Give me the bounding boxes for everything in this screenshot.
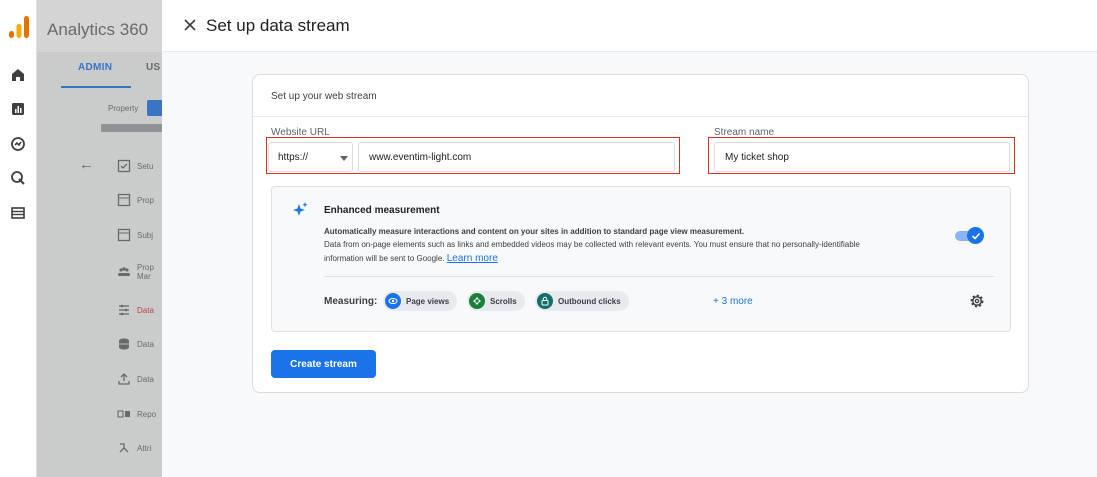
scroll-icon [469,293,485,309]
website-url-highlight [266,137,680,174]
setup-data-stream-dialog: Set up data stream Set up your web strea… [162,0,1097,477]
dialog-title: Set up data stream [206,16,350,35]
lock-icon [537,293,553,309]
enhanced-description-1: Automatically measure interactions and c… [324,227,745,236]
chip-label: Scrolls [490,296,517,306]
divider [324,276,994,277]
close-icon[interactable] [183,18,197,32]
dialog-header: Set up data stream [162,0,1097,52]
more-events-link[interactable]: + 3 more [713,296,753,307]
chip-outbound-clicks[interactable]: Outbound clicks [535,291,629,311]
learn-more-link[interactable]: Learn more [447,253,498,264]
gear-icon[interactable] [969,293,985,309]
enhanced-description-3: information will be sent to Google. Lear… [324,253,498,264]
advertising-icon[interactable] [10,170,26,186]
enhanced-measurement-title: Enhanced measurement [324,205,440,216]
card-title: Set up your web stream [271,91,377,102]
enhanced-measurement-panel: Enhanced measurement Automatically measu… [271,186,1011,332]
list-icon[interactable] [10,205,26,221]
toggle-knob [967,227,984,244]
enhanced-measurement-toggle[interactable] [955,227,985,244]
eye-icon [385,293,401,309]
chip-page-views[interactable]: Page views [383,291,458,311]
web-stream-card: Set up your web stream Website URL https… [252,74,1029,393]
enhanced-description-3-text: information will be sent to Google. [324,254,445,263]
reports-icon[interactable] [10,101,26,117]
chip-label: Outbound clicks [558,296,621,306]
stream-name-highlight [708,137,1015,174]
chip-scrolls[interactable]: Scrolls [467,291,525,311]
left-rail [0,0,37,477]
chip-label: Page views [406,296,450,306]
card-header: Set up your web stream [253,75,1028,117]
enhanced-description-2: Data from on-page elements such as links… [324,240,860,249]
analytics-logo-icon [9,16,29,38]
create-stream-button[interactable]: Create stream [271,350,376,378]
explore-icon[interactable] [10,136,26,152]
sparkle-icon [293,202,308,216]
screen: Analytics 360 ADMIN US Property ← Setu P… [0,0,1097,477]
measuring-label: Measuring: [324,296,378,307]
modal-scrim [37,0,162,477]
home-icon[interactable] [10,67,26,83]
check-icon [971,232,980,240]
